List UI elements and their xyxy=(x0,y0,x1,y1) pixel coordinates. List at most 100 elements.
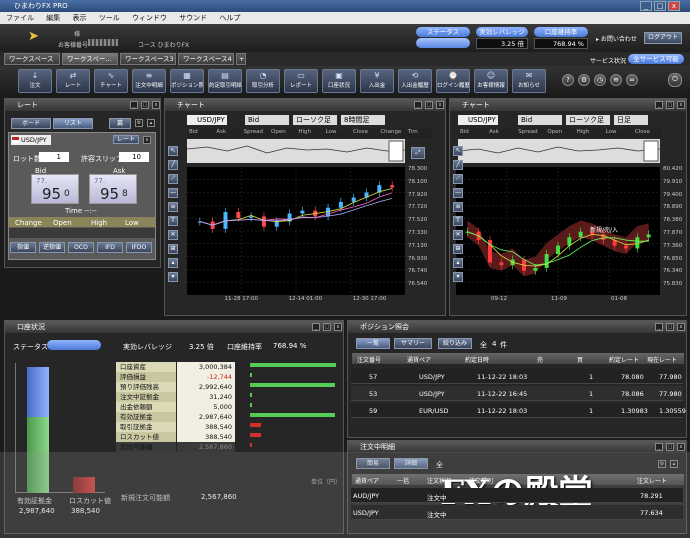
down-icon[interactable]: ▾ xyxy=(168,272,178,282)
toolbar-button-1[interactable]: ↓ 注文 xyxy=(18,69,52,93)
chart2-period-select[interactable]: 日足 xyxy=(614,115,648,125)
table-row[interactable] xyxy=(351,488,683,503)
panel-minimize-icon[interactable]: _ xyxy=(312,323,320,331)
tab-other[interactable]: 篇 xyxy=(109,118,131,129)
wifi-icon[interactable]: ≋ xyxy=(610,74,622,86)
ifdo-order-button[interactable]: IFDO xyxy=(126,242,152,253)
chart1-zoom-icon[interactable]: ⤢ xyxy=(411,147,425,159)
chart-tab-1[interactable]: Ask xyxy=(489,129,499,135)
chart-tab-5[interactable]: Low xyxy=(606,129,617,135)
chart-tab-3[interactable]: Open xyxy=(547,129,562,135)
chart1-navigator[interactable] xyxy=(186,139,406,163)
hline-icon[interactable]: — xyxy=(168,188,178,198)
text-icon[interactable]: T xyxy=(453,216,463,226)
close-icon[interactable]: x xyxy=(143,136,151,144)
chart-tab-3[interactable]: Open xyxy=(271,129,286,135)
oco-order-button[interactable]: OCO xyxy=(68,242,94,253)
chart-tab-2[interactable]: Spread xyxy=(244,129,263,135)
chart-tab-7[interactable]: Change xyxy=(380,129,401,135)
pointer-icon[interactable]: ↖ xyxy=(168,146,178,156)
clock-icon[interactable]: ◷ xyxy=(594,74,606,86)
toolbar-button-7[interactable]: ◔ 取引分析 xyxy=(246,69,280,93)
help-icon[interactable]: ? xyxy=(562,74,574,86)
maximize-button[interactable]: □ xyxy=(654,1,666,11)
panel-minimize-icon[interactable]: _ xyxy=(655,101,663,109)
tab-list[interactable]: リスト xyxy=(53,118,93,129)
fit-icon[interactable]: ⊞ xyxy=(168,244,178,254)
table-row[interactable] xyxy=(351,505,683,520)
panel-close-icon[interactable]: x xyxy=(677,101,685,109)
chart2-plot-area[interactable] xyxy=(456,167,660,295)
ask-price-button[interactable]: 77. 95 8 xyxy=(89,174,137,204)
bid-price-button[interactable]: 77. 95 0 xyxy=(31,174,79,204)
toolbar-button-8[interactable]: ▭ レポート xyxy=(284,69,318,93)
tab-board[interactable]: ボード xyxy=(11,118,51,129)
panel-close-icon[interactable]: x xyxy=(334,323,342,331)
toolbar-button-4[interactable]: ≡ 注文中明細 xyxy=(132,69,166,93)
menu-tools[interactable]: ツール xyxy=(99,14,120,22)
trend-icon[interactable]: ⟋ xyxy=(168,174,178,184)
panel-maximize-icon[interactable]: □ xyxy=(141,101,149,109)
chart2-pair-selector[interactable]: USD/JPY xyxy=(458,115,498,125)
panel-minimize-icon[interactable]: _ xyxy=(655,443,663,451)
rate-button[interactable]: レート xyxy=(113,135,139,144)
up-icon[interactable]: ▴ xyxy=(453,258,463,268)
panel-maximize-icon[interactable]: □ xyxy=(666,323,674,331)
toolbar-button-6[interactable]: ▤ 約定取引明細 xyxy=(208,69,242,93)
limit-order-button[interactable]: 指値 xyxy=(10,242,36,253)
panel-minimize-icon[interactable]: _ xyxy=(655,323,663,331)
chart-tab-8[interactable]: Tim xyxy=(408,129,418,135)
toolbar-button-10[interactable]: ¥ 入出金 xyxy=(360,69,394,93)
delete-icon[interactable]: ✕ xyxy=(453,230,463,240)
panel-close-icon[interactable]: x xyxy=(677,443,685,451)
link-icon[interactable]: ∞ xyxy=(626,74,638,86)
toolbar-button-13[interactable]: ☺ お客様情報 xyxy=(474,69,508,93)
panel-close-icon[interactable]: x xyxy=(152,101,160,109)
minimize-button[interactable]: _ xyxy=(640,1,652,11)
line-tool-icon[interactable]: ╱ xyxy=(168,160,178,170)
menu-file[interactable]: ファイル xyxy=(6,14,34,22)
panel-close-icon[interactable]: x xyxy=(677,323,685,331)
chart2-navigator[interactable] xyxy=(457,139,661,163)
lot-input[interactable]: 1 xyxy=(39,152,69,162)
tab-workspace-4[interactable]: ワークスペース4 xyxy=(178,53,234,65)
power-icon[interactable]: ⏻ xyxy=(668,73,682,87)
chart-tab-6[interactable]: Close xyxy=(353,129,368,135)
menu-sound[interactable]: サウンド xyxy=(179,14,207,22)
toolbar-button-5[interactable]: ▦ ポジション照会 xyxy=(170,69,204,93)
menu-help[interactable]: ヘルプ xyxy=(219,14,240,22)
toolbar-button-11[interactable]: ⟲ 入出金履歴 xyxy=(398,69,432,93)
ifd-order-button[interactable]: IFD xyxy=(97,242,123,253)
toolbar-button-3[interactable]: ∿ チャート xyxy=(94,69,128,93)
panel-maximize-icon[interactable]: □ xyxy=(666,443,674,451)
chart-tab-0[interactable]: Bid xyxy=(189,129,198,135)
chart-tab-4[interactable]: High xyxy=(298,129,311,135)
fib-icon[interactable]: ≡ xyxy=(168,202,178,212)
contact-link[interactable]: ▸ お問い合わせ xyxy=(596,34,637,43)
gear-icon[interactable]: ⚙ xyxy=(135,119,143,127)
chart1-type-select[interactable]: ローソク足 xyxy=(293,115,337,125)
chart2-type-select[interactable]: ローソク足 xyxy=(566,115,610,125)
toolbar-button-9[interactable]: ▣ 口座状況 xyxy=(322,69,356,93)
filter-button[interactable]: 絞り込み xyxy=(438,338,472,349)
chart-tab-2[interactable]: Spread xyxy=(518,129,537,135)
panel-maximize-icon[interactable]: □ xyxy=(323,323,331,331)
fit-icon[interactable]: ⊞ xyxy=(453,244,463,254)
tab-workspace-3[interactable]: ワークスペース3 xyxy=(120,53,176,65)
trend-icon[interactable]: ⟋ xyxy=(453,174,463,184)
panel-minimize-icon[interactable]: _ xyxy=(414,101,422,109)
delete-icon[interactable]: ✕ xyxy=(168,230,178,240)
add-tab-button[interactable]: + xyxy=(236,53,246,65)
gear-icon[interactable]: ⚙ xyxy=(578,74,590,86)
text-icon[interactable]: T xyxy=(168,216,178,226)
panel-close-icon[interactable]: x xyxy=(436,101,444,109)
tab-workspace-2[interactable]: ワークスペー… xyxy=(62,53,118,65)
panel-maximize-icon[interactable]: □ xyxy=(425,101,433,109)
stop-order-button[interactable]: 逆指値 xyxy=(39,242,65,253)
tab-position-summary[interactable]: サマリー xyxy=(394,338,432,349)
chart1-period-select[interactable]: 8時間足 xyxy=(341,115,385,125)
up-icon[interactable]: ▴ xyxy=(168,258,178,268)
fib-icon[interactable]: ≡ xyxy=(453,202,463,212)
hline-icon[interactable]: — xyxy=(453,188,463,198)
chart-tab-0[interactable]: Bid xyxy=(460,129,469,135)
